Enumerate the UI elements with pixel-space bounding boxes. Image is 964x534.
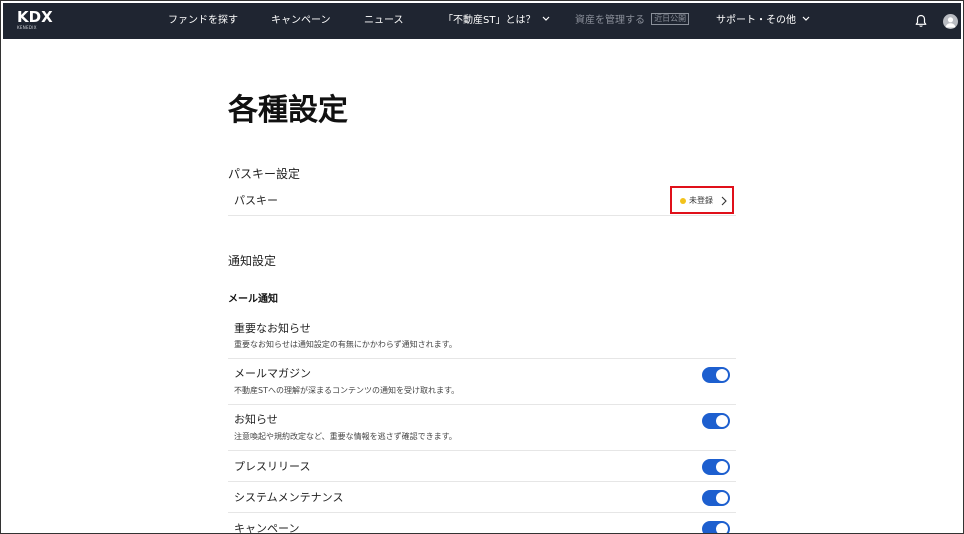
notification-label: プレスリリース <box>234 460 311 473</box>
nav-campaign[interactable]: キャンペーン <box>271 3 331 39</box>
press-release-toggle[interactable] <box>702 459 730 475</box>
nav-support[interactable]: サポート・その他 <box>716 3 810 39</box>
page-title: 各種設定 <box>228 93 348 128</box>
notification-desc: 注意喚起や規約改定など、重要な情報を逃さず確認できます。 <box>234 432 457 441</box>
notification-desc: 不動産STへの理解が深まるコンテンツの通知を受け取れます。 <box>234 386 460 395</box>
nav-find-funds[interactable]: ファンドを探す <box>168 3 238 39</box>
nav-campaign-label: キャンペーン <box>271 15 331 26</box>
notification-section-title: 通知設定 <box>228 254 277 268</box>
notification-label: システムメンテナンス <box>234 491 344 504</box>
toggle-knob <box>716 461 728 473</box>
notification-row-campaign: キャンペーン <box>228 514 736 534</box>
nav-manage-assets: 資産を管理する 近日公開 <box>575 3 690 39</box>
news-toggle[interactable] <box>702 413 730 429</box>
nav-about-st-label: 「不動産ST」とは？ <box>443 15 536 26</box>
nav-about-st[interactable]: 「不動産ST」とは？ <box>443 3 550 39</box>
notification-row-maintenance: システムメンテナンス <box>228 483 736 513</box>
maintenance-toggle[interactable] <box>702 490 730 506</box>
passkey-status-button[interactable]: 未登録 <box>670 186 734 214</box>
toggle-knob <box>716 415 728 427</box>
nav-news-label: ニュース <box>364 15 404 26</box>
logo-subtext: KENEDIX <box>17 25 37 30</box>
notification-row-press-release: プレスリリース <box>228 452 736 482</box>
notification-row-important: 重要なお知らせ 重要なお知らせは通知設定の有無にかかわらず通知されます。 <box>228 317 736 359</box>
bell-icon[interactable] <box>914 14 928 28</box>
user-avatar[interactable] <box>943 14 958 29</box>
chevron-down-icon <box>542 16 550 21</box>
passkey-section-title: パスキー設定 <box>228 167 301 181</box>
passkey-label: パスキー <box>234 194 278 207</box>
notification-label: メールマガジン <box>234 367 311 380</box>
notification-label: 重要なお知らせ <box>234 322 311 335</box>
chevron-right-icon <box>721 196 727 206</box>
passkey-row[interactable]: パスキー <box>228 189 736 216</box>
user-icon <box>945 17 956 28</box>
nav-manage-assets-label: 資産を管理する <box>575 15 645 26</box>
notification-desc: 重要なお知らせは通知設定の有無にかかわらず通知されます。 <box>234 340 457 349</box>
notification-row-news: お知らせ 注意喚起や規約改定など、重要な情報を逃さず確認できます。 <box>228 406 736 451</box>
screen-frame: KDX KENEDIX ファンドを探す キャンペーン ニュース 「不動産ST」と… <box>0 0 964 534</box>
toggle-knob <box>716 369 728 381</box>
nav-support-label: サポート・その他 <box>716 15 796 26</box>
passkey-status-text: 未登録 <box>689 196 713 205</box>
notification-row-mail-magazine: メールマガジン 不動産STへの理解が深まるコンテンツの通知を受け取れます。 <box>228 360 736 405</box>
toggle-knob <box>716 492 728 504</box>
chevron-down-icon <box>802 16 810 21</box>
status-dot <box>680 198 686 204</box>
nav-find-funds-label: ファンドを探す <box>168 15 238 26</box>
top-navigation: KDX KENEDIX ファンドを探す キャンペーン ニュース 「不動産ST」と… <box>3 3 961 39</box>
mail-magazine-toggle[interactable] <box>702 367 730 383</box>
coming-soon-badge: 近日公開 <box>651 13 690 25</box>
notification-label: キャンペーン <box>234 522 300 534</box>
toggle-knob <box>716 523 728 533</box>
notification-label: お知らせ <box>234 413 278 426</box>
campaign-toggle[interactable] <box>702 521 730 533</box>
kdx-logo[interactable]: KDX KENEDIX <box>17 9 61 33</box>
nav-news[interactable]: ニュース <box>364 3 404 39</box>
email-notification-title: メール通知 <box>228 294 278 305</box>
logo-text: KDX <box>17 8 53 26</box>
